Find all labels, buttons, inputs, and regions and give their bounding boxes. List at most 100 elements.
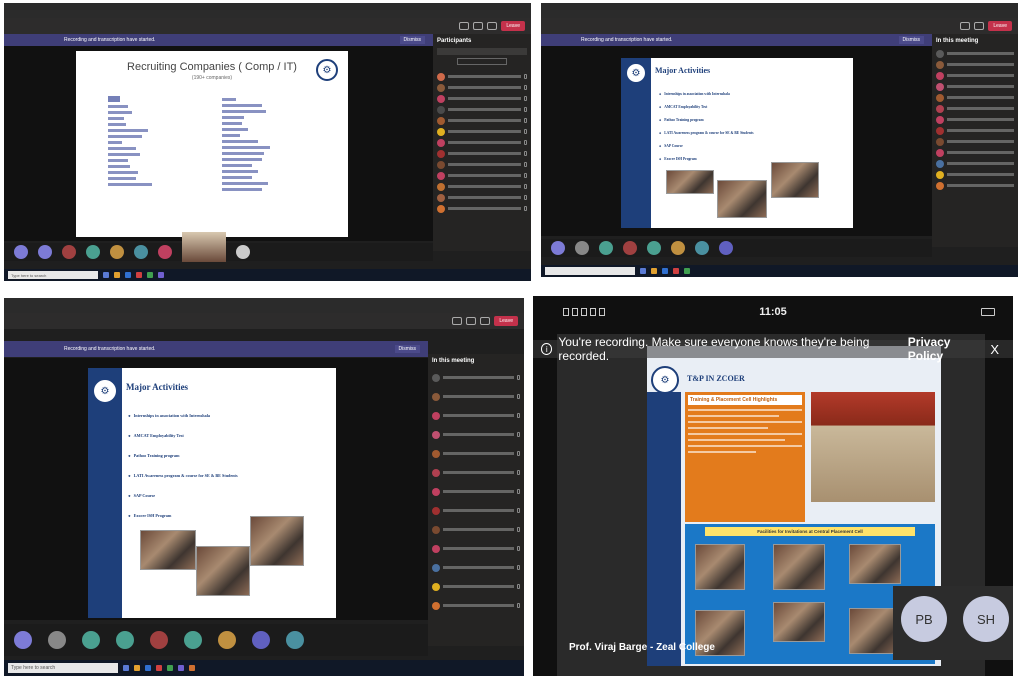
participant-row[interactable] xyxy=(437,170,527,181)
taskbar-app-icon[interactable] xyxy=(134,665,140,671)
participant-tile[interactable] xyxy=(252,631,270,649)
participant-tile[interactable] xyxy=(134,245,148,259)
participant-row[interactable] xyxy=(437,137,527,148)
participant-row[interactable] xyxy=(936,125,1014,136)
taskbar-app-icon[interactable] xyxy=(640,268,646,274)
participant-row[interactable] xyxy=(437,104,527,115)
taskbar-app-icon[interactable] xyxy=(147,272,153,278)
participant-tile[interactable] xyxy=(14,631,32,649)
participant-tile[interactable] xyxy=(695,241,709,255)
participant-row[interactable] xyxy=(437,181,527,192)
participant-row[interactable] xyxy=(432,463,520,482)
participant-tile[interactable] xyxy=(623,241,637,255)
participant-row[interactable] xyxy=(936,92,1014,103)
taskbar-app-icon[interactable] xyxy=(651,268,657,274)
participant-tile[interactable] xyxy=(184,631,202,649)
participant-tile[interactable] xyxy=(62,245,76,259)
more-icon[interactable] xyxy=(487,22,498,30)
participant-tile[interactable] xyxy=(236,245,250,259)
participant-row[interactable] xyxy=(432,501,520,520)
participant-row[interactable] xyxy=(437,71,527,82)
participant-tile[interactable] xyxy=(647,241,661,255)
taskbar-app-icon[interactable] xyxy=(178,665,184,671)
dismiss-button[interactable]: Dismiss xyxy=(898,36,924,44)
taskbar-app-icon[interactable] xyxy=(125,272,131,278)
participant-row[interactable] xyxy=(936,169,1014,180)
participant-row[interactable] xyxy=(936,103,1014,114)
participant-row[interactable] xyxy=(432,387,520,406)
participant-row[interactable] xyxy=(936,147,1014,158)
people-icon[interactable] xyxy=(974,22,985,30)
participant-tile[interactable] xyxy=(575,241,589,255)
taskbar-app-icon[interactable] xyxy=(158,272,164,278)
participant-tile[interactable] xyxy=(116,631,134,649)
participant-row[interactable] xyxy=(437,115,527,126)
chat-icon[interactable] xyxy=(452,317,463,325)
close-icon[interactable]: X xyxy=(990,342,999,357)
participant-row[interactable] xyxy=(432,406,520,425)
participant-row[interactable] xyxy=(936,59,1014,70)
participant-row[interactable] xyxy=(437,148,527,159)
participant-tile[interactable] xyxy=(110,245,124,259)
taskbar-app-icon[interactable] xyxy=(123,665,129,671)
leave-button[interactable]: Leave xyxy=(494,316,518,326)
participant-tile[interactable] xyxy=(218,631,236,649)
taskbar-app-icon[interactable] xyxy=(156,665,162,671)
taskbar-app-icon[interactable] xyxy=(103,272,109,278)
participant-tile[interactable] xyxy=(286,631,304,649)
taskbar-app-icon[interactable] xyxy=(145,665,151,671)
participant-row[interactable] xyxy=(437,126,527,137)
participant-tile[interactable] xyxy=(150,631,168,649)
taskbar-app-icon[interactable] xyxy=(684,268,690,274)
participant-row[interactable] xyxy=(432,482,520,501)
participant-row[interactable] xyxy=(432,558,520,577)
more-icon[interactable] xyxy=(480,317,491,325)
dismiss-button[interactable]: Dismiss xyxy=(394,345,420,353)
taskbar-search[interactable]: Type here to search xyxy=(8,663,118,673)
dismiss-button[interactable]: Dismiss xyxy=(399,36,425,44)
participant-tile[interactable] xyxy=(14,245,28,259)
participant-row[interactable] xyxy=(432,368,520,387)
taskbar-search[interactable]: Type here to search xyxy=(8,271,98,279)
participant-tile[interactable] xyxy=(48,631,66,649)
taskbar-app-icon[interactable] xyxy=(114,272,120,278)
participant-row[interactable] xyxy=(936,180,1014,191)
participant-tile[interactable] xyxy=(86,245,100,259)
participant-row[interactable] xyxy=(432,425,520,444)
participant-tile[interactable] xyxy=(551,241,565,255)
taskbar-app-icon[interactable] xyxy=(167,665,173,671)
people-icon[interactable] xyxy=(473,22,484,30)
participant-row[interactable] xyxy=(432,444,520,463)
participant-tile[interactable] xyxy=(82,631,100,649)
participant-avatar-pb[interactable]: PB xyxy=(901,596,947,642)
participant-tile[interactable] xyxy=(38,245,52,259)
info-icon[interactable]: i xyxy=(541,343,553,355)
share-invite-button[interactable] xyxy=(457,58,507,65)
taskbar-app-icon[interactable] xyxy=(136,272,142,278)
participant-row[interactable] xyxy=(437,159,527,170)
participant-row[interactable] xyxy=(936,81,1014,92)
leave-button[interactable]: Leave xyxy=(988,21,1012,31)
taskbar-app-icon[interactable] xyxy=(662,268,668,274)
participant-tile[interactable] xyxy=(158,245,172,259)
taskbar-app-icon[interactable] xyxy=(673,268,679,274)
participant-tile[interactable] xyxy=(599,241,613,255)
participant-avatar-sh[interactable]: SH xyxy=(963,596,1009,642)
participant-row[interactable] xyxy=(936,114,1014,125)
taskbar-search[interactable] xyxy=(545,267,635,275)
participant-row[interactable] xyxy=(936,158,1014,169)
chat-icon[interactable] xyxy=(960,22,971,30)
participant-row[interactable] xyxy=(437,82,527,93)
people-icon[interactable] xyxy=(466,317,477,325)
chat-icon[interactable] xyxy=(459,22,470,30)
participant-row[interactable] xyxy=(432,596,520,615)
participant-row[interactable] xyxy=(437,203,527,214)
participant-row[interactable] xyxy=(432,520,520,539)
participant-row[interactable] xyxy=(936,70,1014,81)
participant-row[interactable] xyxy=(936,48,1014,59)
participant-tile[interactable] xyxy=(671,241,685,255)
participant-row[interactable] xyxy=(437,192,527,203)
participant-row[interactable] xyxy=(432,539,520,558)
privacy-policy-link[interactable]: Privacy Policy xyxy=(908,335,985,363)
participant-row[interactable] xyxy=(432,577,520,596)
